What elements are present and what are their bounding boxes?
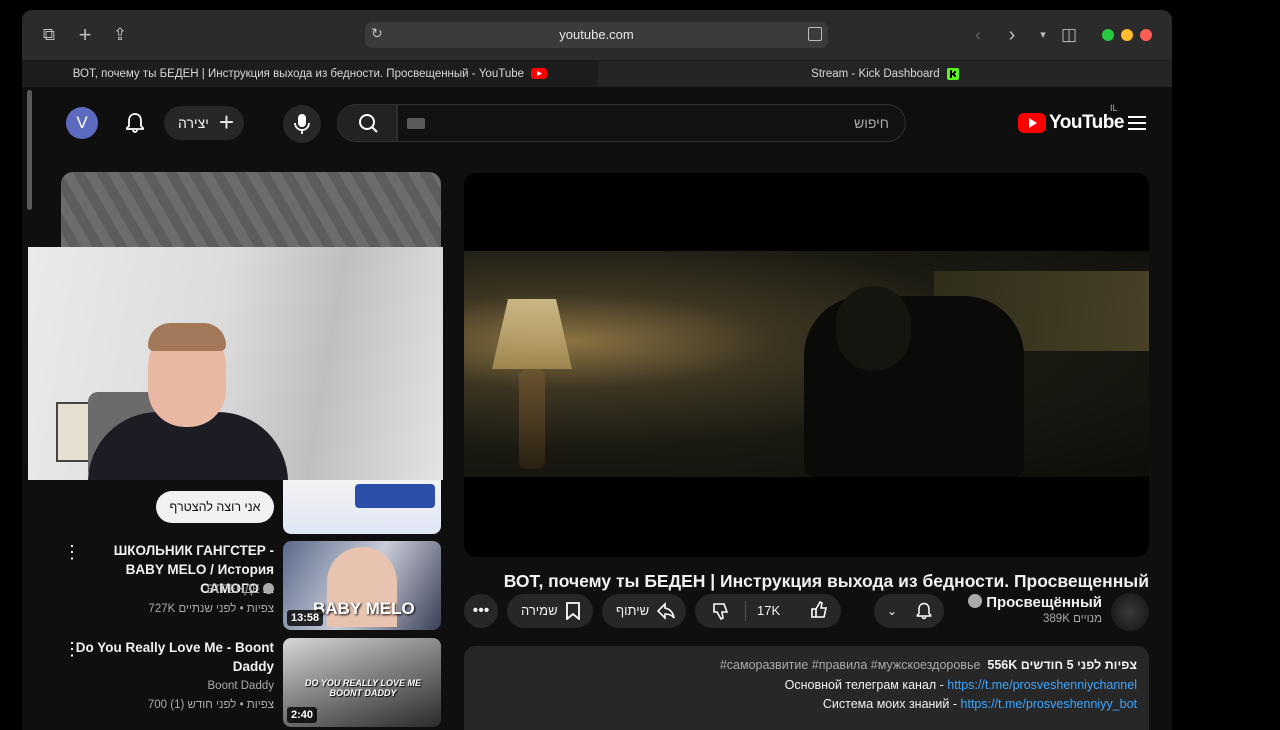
more-options-icon[interactable]: ⋮: [63, 543, 81, 563]
channel-name-row: Просвещённый: [962, 594, 1102, 611]
video-player[interactable]: [464, 173, 1149, 557]
subscribed-button[interactable]: ⌄: [874, 594, 944, 628]
description-box[interactable]: #саморазвитие #правила #мужскоездоровье …: [464, 646, 1149, 730]
description-text: Система моих знаний -: [822, 697, 961, 711]
webcam-overlay: [28, 247, 443, 480]
plus-icon: +: [218, 107, 234, 137]
recommendation-thumbnail[interactable]: [283, 480, 441, 534]
search-input[interactable]: חיפוש: [397, 104, 906, 142]
more-actions-button[interactable]: •••: [464, 594, 498, 628]
recommendation-channel[interactable]: ВТРЕНДЕ: [207, 582, 274, 598]
tab-youtube[interactable]: ВОТ, почему ты БЕДЕН | Инструкция выхода…: [22, 61, 598, 88]
back-icon[interactable]: ‹: [967, 24, 989, 46]
channel-avatar[interactable]: [1111, 593, 1149, 631]
like-count: 17K: [757, 603, 781, 618]
description-stats-row: #саморазвитие #правила #мужскоездоровье …: [476, 656, 1137, 676]
thumb-caption: BABY MELO: [313, 599, 415, 618]
subscriber-count: 389K מנויים: [1043, 613, 1102, 625]
region-code: IL: [1110, 103, 1118, 113]
search-button[interactable]: [337, 104, 397, 142]
like-dislike-group: 17K: [695, 594, 841, 628]
window-zoom-button[interactable]: [1102, 29, 1114, 41]
channel-name: Просвещённый: [986, 594, 1102, 611]
kick-favicon-icon: [946, 67, 959, 80]
scene-lamp-base: [519, 369, 545, 469]
channel-name: ВТРЕНДЕ: [206, 584, 260, 596]
duration-badge: 13:58: [287, 610, 324, 626]
tab-bar: ВОТ, почему ты БЕДЕН | Инструкция выхода…: [22, 60, 1172, 88]
tab-label: ВОТ, почему ты БЕДЕН | Инструкция выхода…: [72, 68, 525, 80]
description-line: Основной телеграм канал - https://t.me/p…: [476, 676, 1137, 696]
join-button[interactable]: אני רוצה להצטרף: [156, 491, 274, 523]
notifications-bell-icon: [916, 602, 932, 620]
more-options-icon[interactable]: ⋮: [63, 640, 81, 660]
chevron-down-icon[interactable]: ▾: [1032, 24, 1054, 46]
bookmark-icon: [566, 602, 580, 620]
avatar[interactable]: V: [66, 107, 98, 139]
tab-label: Stream - Kick Dashboard: [811, 68, 940, 80]
telegram-bot-link[interactable]: https://t.me/prosveshenniyy_bot: [961, 697, 1137, 711]
recommendation-thumbnail[interactable]: DO YOU REALLY LOVE ME BOONT DADDY 2:40: [283, 638, 441, 727]
recommendation-thumbnail[interactable]: [61, 172, 441, 252]
verified-icon: [263, 583, 274, 594]
new-tab-icon[interactable]: +: [74, 24, 96, 46]
search-icon: [359, 114, 378, 133]
description-tags[interactable]: #саморазвитие #правила #мужскоездоровье: [720, 658, 981, 672]
description-stats: 556K צפיות לפני 5 חודשים: [987, 658, 1137, 672]
hamburger-menu-icon[interactable]: [1128, 116, 1146, 130]
sidebar-toggle-icon[interactable]: ◫: [1058, 24, 1080, 46]
thumb-caption: DO YOU REALLY LOVE ME BOONT DADDY: [304, 678, 421, 698]
search-placeholder: חיפוש: [854, 115, 889, 131]
recommendation-title[interactable]: Do You Really Love Me - Boont Daddy: [74, 638, 274, 676]
video-title: ВОТ, почему ты БЕДЕН | Инструкция выхода…: [503, 571, 1149, 591]
scene-masked-head: [836, 286, 911, 371]
tab-overview-icon[interactable]: ⧉: [38, 24, 60, 46]
share-icon[interactable]: ⇪: [109, 24, 131, 46]
share-button[interactable]: שיתוף: [602, 594, 686, 628]
share-label: שיתוף: [616, 603, 650, 618]
recommendation-meta: 727K צפיות • לפני שנתיים: [148, 603, 274, 615]
address-bar[interactable]: ↻ youtube.com: [365, 22, 828, 48]
create-button[interactable]: יצירה +: [164, 106, 244, 140]
telegram-channel-link[interactable]: https://t.me/prosveshenniychannel: [947, 678, 1137, 692]
save-label: שמירה: [521, 603, 558, 618]
video-frame: [464, 251, 1149, 477]
forward-icon[interactable]: ›: [1001, 24, 1023, 46]
like-icon[interactable]: [809, 600, 829, 620]
description-line: Система моих знаний - https://t.me/prosv…: [476, 695, 1137, 715]
browser-window: ⧉ + ⇪ ↻ youtube.com ‹ › ▾ ◫ ВОТ, почему …: [22, 10, 1172, 730]
share-arrow-icon: [656, 602, 675, 620]
recommendation-channel[interactable]: Boont Daddy: [208, 678, 275, 694]
recommendation-meta: 700 צפיות • לפני חודש (1): [147, 699, 274, 711]
save-button[interactable]: שמירה: [507, 594, 593, 628]
scene-lamp: [492, 299, 572, 369]
recommendation-thumbnail[interactable]: BABY MELO 13:58: [283, 541, 441, 630]
duration-badge: 2:40: [287, 707, 318, 723]
youtube-favicon-icon: [531, 68, 548, 80]
divider: [745, 601, 746, 621]
logo-text: YouTube: [1049, 112, 1124, 133]
chevron-down-icon: ⌄: [887, 604, 898, 618]
voice-search-button[interactable]: [283, 105, 321, 143]
description-text: Основной телеграм канал -: [784, 677, 948, 692]
person-hair: [148, 323, 226, 351]
tab-kick[interactable]: Stream - Kick Dashboard: [598, 61, 1172, 88]
channel-info[interactable]: Просвещённый 389K מנויים: [962, 594, 1102, 625]
scrollbar[interactable]: [27, 90, 32, 210]
window-minimize-button[interactable]: [1121, 29, 1133, 41]
reader-icon[interactable]: [808, 27, 822, 41]
create-label: יצירה: [178, 115, 209, 131]
notifications-bell-icon[interactable]: [123, 111, 147, 135]
url-text: youtube.com: [559, 27, 634, 42]
youtube-play-icon: [1018, 113, 1046, 133]
dislike-icon[interactable]: [711, 601, 731, 621]
microphone-icon: [294, 114, 310, 134]
window-close-button[interactable]: [1140, 29, 1152, 41]
browser-toolbar: ⧉ + ⇪ ↻ youtube.com ‹ › ▾ ◫: [22, 10, 1172, 60]
verified-icon: [968, 594, 983, 608]
youtube-page: V יצירה + חיפוש YouTube IL אני רוצה להצט…: [22, 87, 1172, 730]
keyboard-icon[interactable]: [407, 118, 425, 129]
thumb-graphic: [355, 484, 435, 508]
